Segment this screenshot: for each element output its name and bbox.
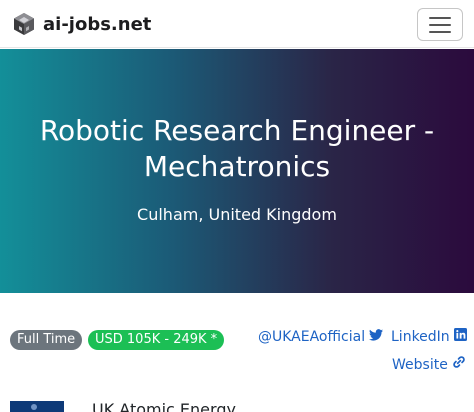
linkedin-link-label: LinkedIn	[391, 329, 450, 345]
job-location: Culham, United Kingdom	[137, 205, 337, 224]
twitter-link[interactable]: @UKAEAofficial	[258, 328, 384, 346]
linkedin-link[interactable]: LinkedIn	[391, 328, 467, 346]
brand-link[interactable]: ai-jobs.net	[12, 11, 151, 37]
link-icon	[452, 355, 466, 374]
linkedin-icon	[453, 328, 467, 346]
salary-badge[interactable]: USD 105K - 249K *	[88, 330, 225, 350]
website-link-label: Website	[392, 356, 448, 373]
twitter-link-label: @UKAEAofficial	[258, 329, 366, 345]
company-name[interactable]: UK Atomic Energy	[92, 400, 236, 412]
company-logo	[10, 401, 64, 412]
menu-toggle-button[interactable]	[417, 8, 463, 41]
cube-logo-icon	[12, 12, 36, 36]
hamburger-menu-icon	[429, 16, 451, 19]
twitter-icon	[369, 328, 384, 346]
employment-type-badge[interactable]: Full Time	[10, 330, 83, 350]
navbar: ai-jobs.net	[0, 0, 474, 48]
company-logo-mark	[31, 404, 37, 410]
job-header-banner: Robotic Research Engineer - Mechatronics…	[0, 49, 474, 293]
brand-name: ai-jobs.net	[43, 13, 152, 35]
job-title: Robotic Research Engineer - Mechatronics	[39, 114, 435, 183]
website-link[interactable]: Website	[392, 355, 466, 374]
